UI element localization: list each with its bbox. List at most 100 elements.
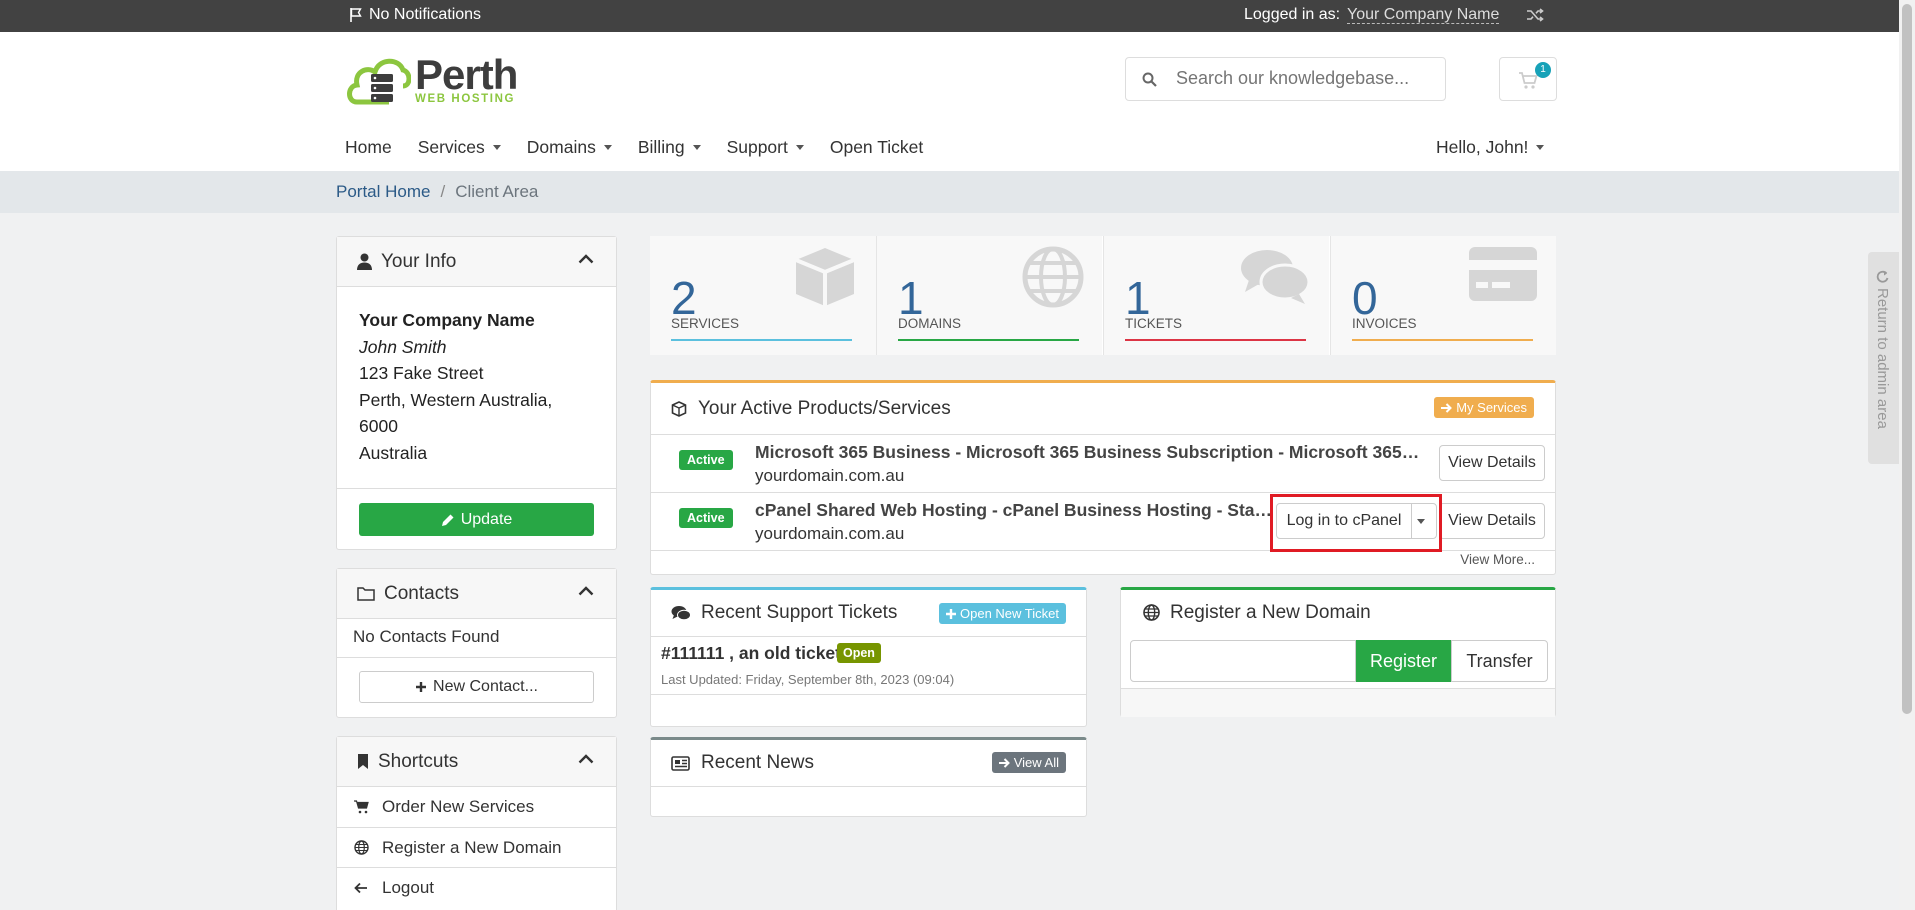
chevron-down-icon	[1536, 145, 1545, 150]
knowledgebase-search[interactable]	[1125, 57, 1446, 101]
arrow-right-icon	[998, 757, 1010, 768]
stat-tickets-bar	[1125, 339, 1306, 341]
stat-services-bar	[671, 339, 852, 341]
no-contacts-text: No Contacts Found	[337, 619, 616, 658]
products-title: Your Active Products/Services	[698, 397, 951, 419]
chevron-down-icon	[795, 145, 804, 150]
shortcut-logout[interactable]: Logout	[337, 867, 616, 907]
nav-billing[interactable]: Billing	[638, 137, 701, 158]
register-domain-title: Register a New Domain	[1170, 601, 1371, 623]
shortcut-order-new-services[interactable]: Order New Services	[337, 787, 616, 827]
view-details-button[interactable]: View Details	[1439, 503, 1545, 539]
return-to-admin-tab[interactable]: Return to admin area	[1868, 252, 1899, 464]
company-link[interactable]: Your Company Name	[1347, 6, 1500, 24]
arrow-left-icon	[354, 882, 370, 894]
logo-title: Perth	[415, 51, 518, 98]
ticket-title: #111111 , an old ticket	[661, 643, 841, 663]
user-menu[interactable]: Hello, John!	[1436, 137, 1545, 158]
nav-open-ticket[interactable]: Open Ticket	[830, 137, 923, 158]
breadcrumb-home[interactable]: Portal Home	[336, 182, 430, 202]
chevron-up-icon[interactable]	[578, 586, 594, 596]
stat-invoices[interactable]: 0 INVOICES	[1330, 236, 1556, 355]
nav-domains[interactable]: Domains	[527, 137, 612, 158]
info-postcode: 6000	[359, 416, 398, 436]
page-scrollbar[interactable]	[1899, 0, 1915, 910]
chevron-up-icon[interactable]	[578, 254, 594, 264]
notifications-text: No Notifications	[369, 6, 482, 23]
nav-support[interactable]: Support	[727, 137, 804, 158]
ticket-item[interactable]: #111111 , an old ticket Open Last Update…	[651, 637, 1086, 695]
stat-tickets[interactable]: 1 TICKETS	[1103, 236, 1329, 355]
nav-services[interactable]: Services	[418, 137, 501, 158]
stat-services[interactable]: 2 SERVICES	[650, 236, 876, 355]
flag-icon	[349, 7, 363, 23]
product-name[interactable]: cPanel Shared Web Hosting - cPanel Busin…	[755, 500, 1275, 521]
folder-icon	[357, 586, 375, 601]
breadcrumb-current: Client Area	[455, 182, 539, 201]
your-info-title: Your Info	[381, 250, 457, 272]
shortcut-register-domain[interactable]: Register a New Domain	[337, 827, 616, 867]
contacts-header[interactable]: Contacts	[337, 569, 616, 619]
search-input[interactable]	[1176, 68, 1436, 89]
cube-icon	[792, 246, 858, 308]
chevron-down-icon	[603, 145, 612, 150]
products-header: Your Active Products/Services My Service…	[651, 383, 1555, 435]
nav-home[interactable]: Home	[345, 137, 392, 158]
stat-invoices-bar	[1352, 339, 1533, 341]
product-name[interactable]: Microsoft 365 Business - Microsoft 365 B…	[755, 442, 1423, 463]
comments-icon	[1239, 246, 1311, 306]
recent-tickets-panel: Recent Support Tickets Open New Ticket #…	[650, 587, 1087, 727]
update-button[interactable]: Update	[359, 503, 594, 536]
return-to-admin-label: Return to admin area	[1874, 288, 1891, 429]
bookmark-icon	[357, 753, 369, 770]
logo[interactable]: Perth WEB HOSTING	[345, 51, 518, 108]
register-domain-footer	[1121, 688, 1555, 717]
tickets-title: Recent Support Tickets	[701, 602, 898, 623]
shortcuts-title: Shortcuts	[378, 750, 459, 772]
stat-domains[interactable]: 1 DOMAINS	[876, 236, 1102, 355]
notifications-link[interactable]: No Notifications	[349, 6, 481, 24]
plus-icon	[415, 681, 427, 693]
view-details-button[interactable]: View Details	[1439, 445, 1545, 481]
breadcrumb-separator: /	[440, 182, 446, 201]
newspaper-icon	[671, 755, 690, 771]
scrollbar-thumb[interactable]	[1902, 4, 1912, 714]
your-info-header[interactable]: Your Info	[337, 237, 616, 287]
open-new-ticket-button[interactable]: Open New Ticket	[939, 603, 1066, 624]
my-services-button[interactable]: My Services	[1434, 397, 1534, 418]
info-city: Perth, Western Australia,	[359, 389, 553, 410]
transfer-domain-button[interactable]: Transfer	[1451, 640, 1548, 682]
logo-cloud-icon	[345, 52, 411, 108]
status-badge: Active	[679, 508, 733, 528]
product-domain: yourdomain.com.au	[755, 466, 905, 485]
stat-domains-label: DOMAINS	[898, 316, 962, 331]
domain-search-input[interactable]	[1130, 640, 1356, 682]
cart-button[interactable]: 1	[1499, 57, 1557, 101]
view-all-news-button[interactable]: View All	[991, 752, 1066, 773]
register-domain-button[interactable]: Register	[1356, 640, 1451, 682]
stat-tickets-label: TICKETS	[1125, 316, 1183, 331]
globe-icon	[354, 840, 370, 855]
contacts-title: Contacts	[384, 582, 459, 604]
refresh-icon	[1876, 270, 1889, 283]
highlight-box	[1270, 494, 1442, 552]
product-domain: yourdomain.com.au	[755, 524, 905, 543]
cube-icon	[671, 400, 687, 417]
breadcrumb-bar: Portal Home / Client Area	[0, 171, 1899, 213]
recent-news-panel: Recent News View All	[650, 737, 1087, 817]
info-country: Australia	[359, 442, 428, 463]
status-badge: Active	[679, 450, 733, 470]
shuffle-icon[interactable]	[1526, 8, 1544, 22]
chevron-up-icon[interactable]	[578, 754, 594, 764]
globe-icon	[1143, 604, 1160, 621]
view-more-link[interactable]: View More...	[1460, 552, 1535, 567]
cart-icon	[354, 800, 370, 814]
shortcuts-header[interactable]: Shortcuts	[337, 737, 616, 787]
breadcrumb: Portal Home / Client Area	[336, 182, 538, 202]
user-icon	[357, 253, 372, 270]
new-contact-button[interactable]: New Contact...	[359, 671, 594, 703]
info-street: 123 Fake Street	[359, 363, 484, 383]
logo-subtitle: WEB HOSTING	[415, 93, 516, 105]
register-domain-header: Register a New Domain	[1121, 590, 1555, 635]
header: Perth WEB HOSTING 1 Home Services Domain…	[0, 32, 1899, 171]
